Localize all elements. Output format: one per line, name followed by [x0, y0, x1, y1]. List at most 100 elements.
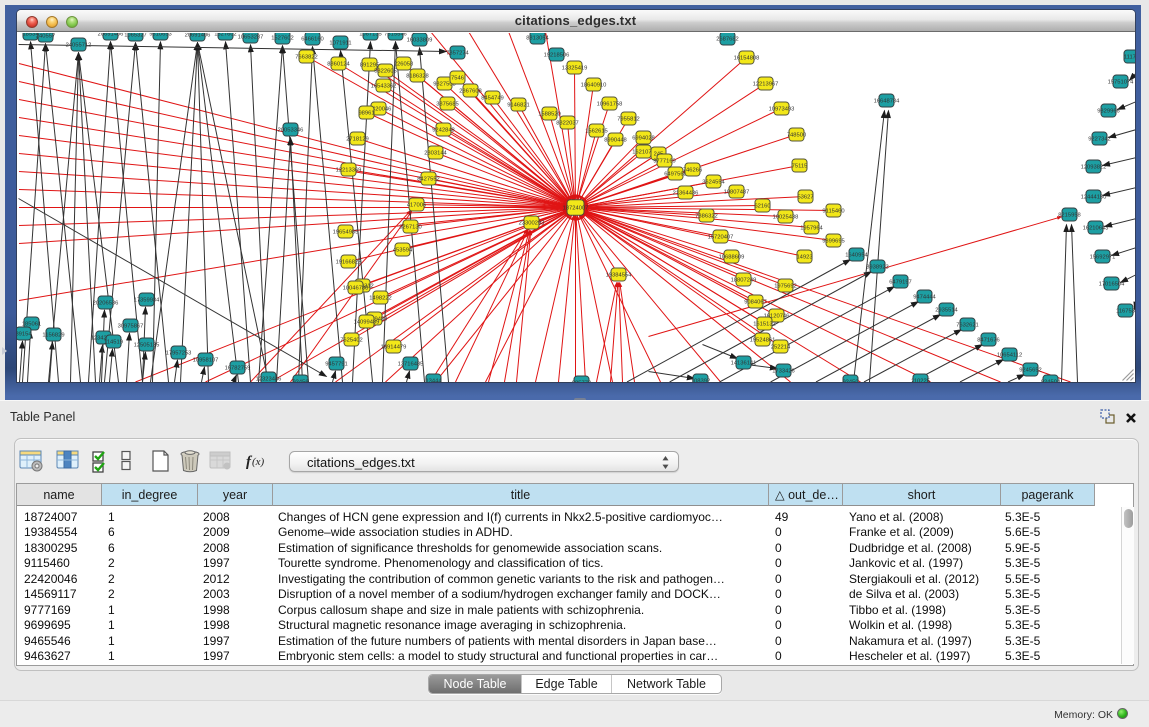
svg-text:8860124: 8860124 [327, 61, 350, 67]
svg-text:1733426: 1733426 [772, 368, 795, 374]
svg-text:16648784: 16648784 [873, 98, 900, 104]
svg-text:12505135: 12505135 [133, 342, 159, 348]
svg-text:9777169: 9777169 [653, 158, 676, 164]
svg-text:10973493: 10973493 [768, 106, 794, 112]
svg-text:1071911: 1071911 [329, 40, 351, 46]
svg-text:21364436: 21364436 [672, 190, 698, 196]
svg-text:17016504: 17016504 [1098, 281, 1125, 287]
svg-text:2867608: 2867608 [459, 88, 482, 94]
svg-text:7625402: 7625402 [340, 337, 363, 343]
svg-text:2935514: 2935514 [935, 307, 958, 313]
svg-text:23300293: 23300293 [518, 220, 544, 226]
svg-text:8938923: 8938923 [866, 264, 889, 270]
svg-text:12444150: 12444150 [1080, 194, 1106, 200]
svg-text:8813054: 8813054 [526, 35, 549, 41]
svg-text:16210643: 16210643 [1082, 225, 1108, 231]
svg-text:92456: 92456 [292, 379, 308, 382]
svg-text:1975692: 1975692 [774, 283, 797, 289]
svg-text:19384554: 19384554 [605, 272, 632, 278]
svg-text:1615132: 1615132 [753, 321, 776, 327]
svg-text:1640954: 1640954 [845, 252, 868, 258]
svg-text:240557: 240557 [35, 33, 54, 39]
svg-text:30975867: 30975867 [117, 323, 143, 329]
svg-text:16782759: 16782759 [224, 365, 250, 371]
svg-text:20691406: 20691406 [184, 33, 210, 39]
svg-text:9227342: 9227342 [1088, 136, 1111, 142]
svg-text:9084067: 9084067 [744, 299, 767, 305]
svg-text:20053346: 20053346 [277, 127, 303, 133]
svg-text:16154808: 16154808 [733, 55, 759, 61]
svg-text:75115: 75115 [791, 163, 807, 169]
svg-text:8454749: 8454749 [481, 95, 504, 101]
svg-text:15692971: 15692971 [1089, 254, 1115, 260]
svg-text:13325419: 13325419 [561, 65, 587, 71]
svg-text:8471676: 8471676 [977, 337, 1000, 343]
svg-text:9242848: 9242848 [432, 127, 455, 133]
svg-text:92450: 92450 [842, 379, 858, 382]
svg-text:7632621: 7632621 [956, 322, 979, 328]
svg-text:6479197: 6479197 [889, 279, 912, 285]
svg-text:6466160: 6466160 [301, 36, 324, 42]
svg-text:19166825: 19166825 [335, 259, 361, 265]
svg-text:1588520: 1588520 [538, 111, 561, 117]
svg-text:3624554: 3624554 [702, 179, 725, 185]
svg-text:110225: 110225 [911, 378, 930, 382]
svg-text:15751074: 15751074 [1107, 79, 1134, 85]
svg-text:16914479: 16914479 [380, 344, 406, 350]
svg-text:108392: 108392 [690, 378, 709, 382]
svg-text:20691406: 20691406 [97, 33, 123, 38]
svg-text:16033809: 16033809 [406, 37, 432, 43]
svg-text:19218506: 19218506 [543, 52, 569, 58]
svg-text:10653287: 10653287 [237, 34, 263, 40]
svg-text:62160: 62160 [754, 203, 770, 209]
svg-text:1067135: 1067135 [359, 33, 382, 38]
svg-text:17957253: 17957253 [165, 350, 191, 356]
svg-text:12213369: 12213369 [335, 167, 361, 173]
svg-text:226058: 226058 [393, 61, 412, 67]
svg-text:8186328: 8186328 [406, 73, 429, 79]
svg-text:98961: 98961 [358, 110, 374, 116]
svg-text:18640910: 18640910 [580, 82, 606, 88]
svg-text:11173: 11173 [1123, 54, 1134, 60]
svg-text:114519: 114519 [104, 339, 123, 345]
svg-text:985779: 985779 [571, 380, 590, 382]
svg-text:746266: 746266 [682, 167, 701, 173]
svg-text:14136141: 14136141 [730, 360, 756, 366]
svg-text:10654112: 10654112 [996, 352, 1021, 358]
svg-text:748500: 748500 [786, 132, 805, 138]
svg-text:16543362: 16543362 [370, 83, 396, 89]
svg-text:8322037: 8322037 [556, 120, 579, 126]
svg-text:9115460: 9115460 [822, 208, 844, 214]
svg-text:8990448: 8990448 [604, 137, 627, 143]
svg-text:7386322: 7386322 [695, 213, 718, 219]
svg-text:53627: 53627 [797, 194, 813, 200]
svg-text:7357274: 7357274 [446, 50, 469, 56]
svg-text:19524861: 19524861 [749, 337, 775, 343]
svg-text:8427552: 8427552 [417, 176, 440, 182]
svg-text:20206536: 20206536 [92, 300, 118, 306]
svg-text:9310653: 9310653 [149, 33, 172, 38]
svg-text:12213967: 12213967 [752, 81, 778, 87]
svg-text:12093822: 12093822 [1080, 164, 1106, 170]
svg-text:1527602: 1527602 [214, 33, 237, 38]
svg-text:1562615: 1562615 [585, 128, 608, 134]
svg-text:13716485: 13716485 [397, 361, 423, 367]
svg-text:10961758: 10961758 [596, 101, 622, 107]
svg-text:10688609: 10688609 [718, 254, 744, 260]
svg-text:252214: 252214 [770, 344, 790, 350]
svg-text:14923: 14923 [796, 254, 812, 260]
svg-text:1156829: 1156829 [42, 332, 64, 338]
svg-text:17359934: 17359934 [133, 297, 160, 303]
svg-text:9329966: 9329966 [1097, 108, 1120, 114]
svg-text:39154: 39154 [17, 331, 32, 337]
svg-text:12323446: 12323446 [255, 376, 281, 382]
svg-text:18807249: 18807249 [730, 277, 756, 283]
svg-text:1527602: 1527602 [271, 35, 294, 41]
svg-text:9474444: 9474444 [913, 294, 936, 300]
svg-text:9899695: 9899695 [822, 238, 845, 244]
svg-text:7515546: 7515546 [384, 33, 407, 38]
svg-text:924504: 924504 [1040, 379, 1060, 382]
svg-text:1065327: 1065327 [124, 33, 147, 39]
svg-text:14099489: 14099489 [353, 319, 379, 325]
svg-text:3875685: 3875685 [436, 101, 459, 107]
